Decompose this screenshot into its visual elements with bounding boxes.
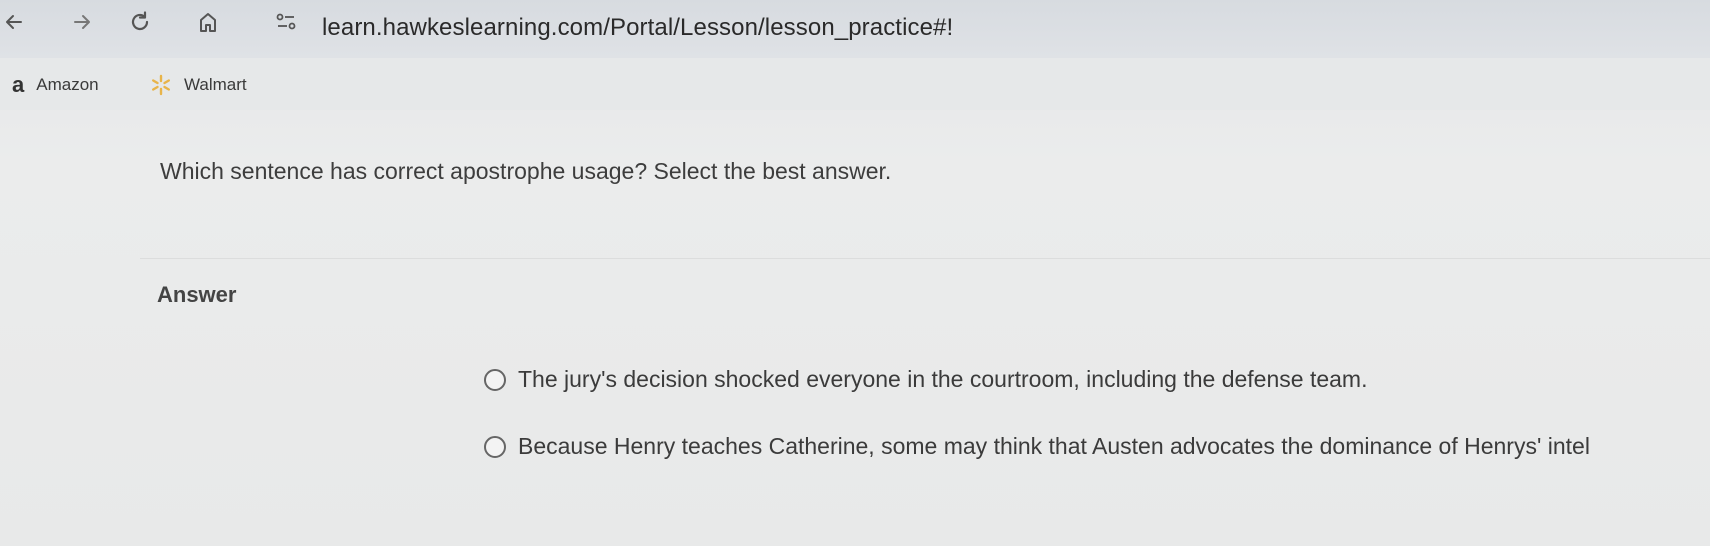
question-text: Which sentence has correct apostrophe us… xyxy=(160,158,892,184)
browser-window: learn.hawkeslearning.com/Portal/Lesson/l… xyxy=(0,0,1710,546)
back-button[interactable] xyxy=(0,8,28,36)
reload-button[interactable] xyxy=(126,8,154,36)
answer-choice-text: The jury's decision shocked everyone in … xyxy=(518,366,1368,392)
site-info-icon xyxy=(276,13,296,30)
radio-button[interactable] xyxy=(484,435,506,458)
radio-button[interactable] xyxy=(484,368,506,391)
lesson-practice-panel: Which sentence has correct apostrophe us… xyxy=(0,110,1710,546)
home-icon xyxy=(200,13,216,32)
browser-toolbar: learn.hawkeslearning.com/Portal/Lesson/l… xyxy=(0,0,1710,58)
site-info-button[interactable] xyxy=(272,8,300,36)
reload-icon xyxy=(131,11,149,31)
amazon-icon: a xyxy=(12,72,25,97)
answer-heading: Answer xyxy=(157,282,237,307)
forward-button[interactable] xyxy=(68,8,96,36)
forward-arrow-icon xyxy=(74,15,90,29)
answer-choice-1[interactable]: The jury's decision shocked everyone in … xyxy=(484,366,1367,393)
answer-choice-text: Because Henry teaches Catherine, some ma… xyxy=(518,433,1590,459)
home-button[interactable] xyxy=(194,8,222,36)
divider xyxy=(140,258,1710,259)
address-bar-url[interactable]: learn.hawkeslearning.com/Portal/Lesson/l… xyxy=(322,14,953,42)
answer-choice-2[interactable]: Because Henry teaches Catherine, some ma… xyxy=(484,433,1590,460)
bookmark-walmart[interactable]: Walmart xyxy=(150,74,247,96)
bookmark-amazon[interactable]: a Amazon xyxy=(12,74,99,96)
bookmark-label: Amazon xyxy=(36,75,99,94)
bookmarks-bar: a Amazon Walmart xyxy=(0,58,1710,110)
bookmark-label: Walmart xyxy=(184,75,247,94)
walmart-spark-icon xyxy=(152,74,170,96)
back-arrow-icon xyxy=(6,15,22,29)
